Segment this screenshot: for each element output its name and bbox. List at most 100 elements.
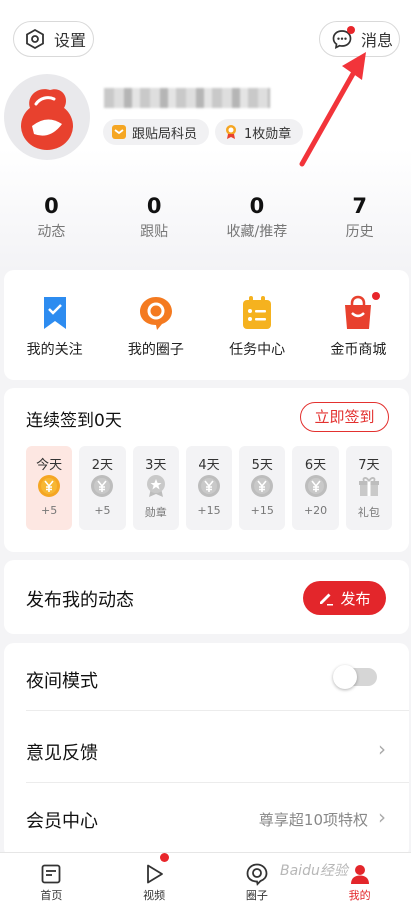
medal-badge-label: 1枚勋章 [244,126,292,142]
rank-badge[interactable]: 跟贴局科员 [103,119,209,145]
day-label: 7天 [358,458,380,473]
signin-day-3[interactable]: 3天 勋章 [132,446,179,530]
day-label: 3天 [145,458,167,473]
rank-shield-icon [111,124,127,140]
bottom-navigation: 首页 视频 圈子 我的 [0,852,411,903]
signin-day-4[interactable]: 4天 +15 [185,446,233,530]
signin-day-2[interactable]: 2天 +5 [79,446,126,530]
vip-center-subtitle: 尊享超10项特权 [258,811,368,829]
gift-box-icon [358,477,379,496]
shortcut-coin-mall[interactable]: 金币商城 [308,270,409,380]
shortcut-label: 我的圈子 [127,342,184,358]
watermark: Baidu经验 [280,863,348,879]
grey-medal-icon [146,475,165,497]
day-reward: +15 [250,504,274,517]
publish-button-label: 发布 [340,589,371,608]
signin-day-5[interactable]: 5天 +15 [239,446,286,530]
chevron-right-icon: › [378,737,386,761]
rank-badge-label: 跟贴局科员 [132,126,198,142]
stat-value: 7 [352,194,367,218]
gold-coin-icon [38,475,61,497]
messages-label: 消息 [361,31,394,50]
profile-stats: 0 动态 0 跟贴 0 收藏/推荐 7 历史 [0,193,411,245]
divider [26,710,409,711]
username-redacted [104,88,270,108]
nav-video[interactable]: 视频 [103,853,206,903]
toggle-knob [333,665,357,689]
night-mode-toggle[interactable] [333,665,377,689]
stat-label: 跟贴 [140,224,169,240]
feedback-row[interactable]: 意见反馈 › [4,715,409,783]
day-reward: 勋章 [144,506,167,519]
stat-value: 0 [44,194,59,218]
task-clipboard-icon [243,296,272,329]
stat-label: 历史 [345,224,374,240]
vip-center-row[interactable]: 会员中心 尊享超10项特权 › [4,783,409,851]
home-news-icon [41,864,61,884]
signin-days: 今天 +5 2天 +5 3天 勋章 4天 +15 5天 +15 6天 +20 7… [26,446,392,530]
shortcuts-card: 我的关注 我的圈子 任务中心 金币商城 [4,270,409,380]
day-reward: +20 [303,504,328,517]
medal-badge[interactable]: 1枚勋章 [215,119,303,145]
settings-label: 设置 [54,31,87,50]
day-label: 今天 [36,458,63,473]
publish-button[interactable]: 发布 [303,581,386,615]
shopping-bag-icon [345,295,372,329]
grey-coin-icon [304,475,327,497]
nav-home[interactable]: 首页 [0,853,103,903]
bookmark-icon [43,297,66,329]
pencil-icon [318,590,334,606]
day-label: 4天 [198,458,220,473]
shortcut-label: 我的关注 [26,342,83,358]
day-reward: +5 [41,504,58,517]
shortcut-new-dot [372,292,380,300]
stat-history[interactable]: 7 历史 [308,193,411,245]
night-mode-label: 夜间模式 [26,671,98,692]
stat-comments[interactable]: 0 跟贴 [103,193,206,245]
stat-favorites[interactable]: 0 收藏/推荐 [206,193,309,245]
avatar-mascot-icon [21,89,73,150]
day-reward: +15 [197,504,221,517]
stat-label: 收藏/推荐 [226,224,288,240]
day-label: 5天 [251,458,273,473]
user-icon [350,865,369,884]
annotation-arrow [299,52,366,167]
publish-title: 发布我的动态 [26,590,134,611]
messages-unread-dot [347,26,355,34]
stat-label: 动态 [37,224,66,240]
grey-coin-icon [91,475,114,497]
nav-label: 圈子 [245,889,268,902]
day-reward: +5 [94,504,111,517]
medal-icon [223,124,239,140]
signin-day-7[interactable]: 7天 礼包 [345,446,392,530]
shortcut-my-circles[interactable]: 我的圈子 [105,270,206,380]
circle-chat-icon [139,297,172,330]
status-bar [0,0,411,6]
shortcut-following[interactable]: 我的关注 [4,270,105,380]
signin-day-6[interactable]: 6天 +20 [292,446,339,530]
signin-card: 连续签到0天 立即签到 今天 +5 2天 +5 3天 勋章 4天 +15 5天 … [4,388,409,552]
signin-day-today[interactable]: 今天 +5 [26,446,73,530]
night-mode-row[interactable]: 夜间模式 [4,643,409,711]
chevron-right-icon: › [378,805,386,829]
nav-video-dot [159,853,169,862]
publish-card: 发布我的动态 发布 [4,560,409,634]
day-reward: 礼包 [357,506,380,519]
feedback-label: 意见反馈 [26,743,98,764]
signin-title: 连续签到0天 [26,411,122,431]
stat-posts[interactable]: 0 动态 [0,193,103,245]
day-label: 6天 [304,458,327,473]
shortcut-task-center[interactable]: 任务中心 [207,270,308,380]
avatar[interactable] [4,74,90,160]
grey-coin-icon [197,475,220,497]
signin-now-button[interactable]: 立即签到 [300,402,389,432]
stat-value: 0 [146,194,162,218]
nav-label: 视频 [143,889,166,902]
play-icon [147,864,164,884]
settings-gear-icon [24,28,46,50]
settings-button[interactable]: 设置 [13,21,94,57]
stat-value: 0 [249,194,265,218]
circle-chat-icon [246,863,268,886]
settings-list-card: 夜间模式 意见反馈 › 会员中心 尊享超10项特权 › [4,643,409,858]
grey-coin-icon [251,475,274,497]
